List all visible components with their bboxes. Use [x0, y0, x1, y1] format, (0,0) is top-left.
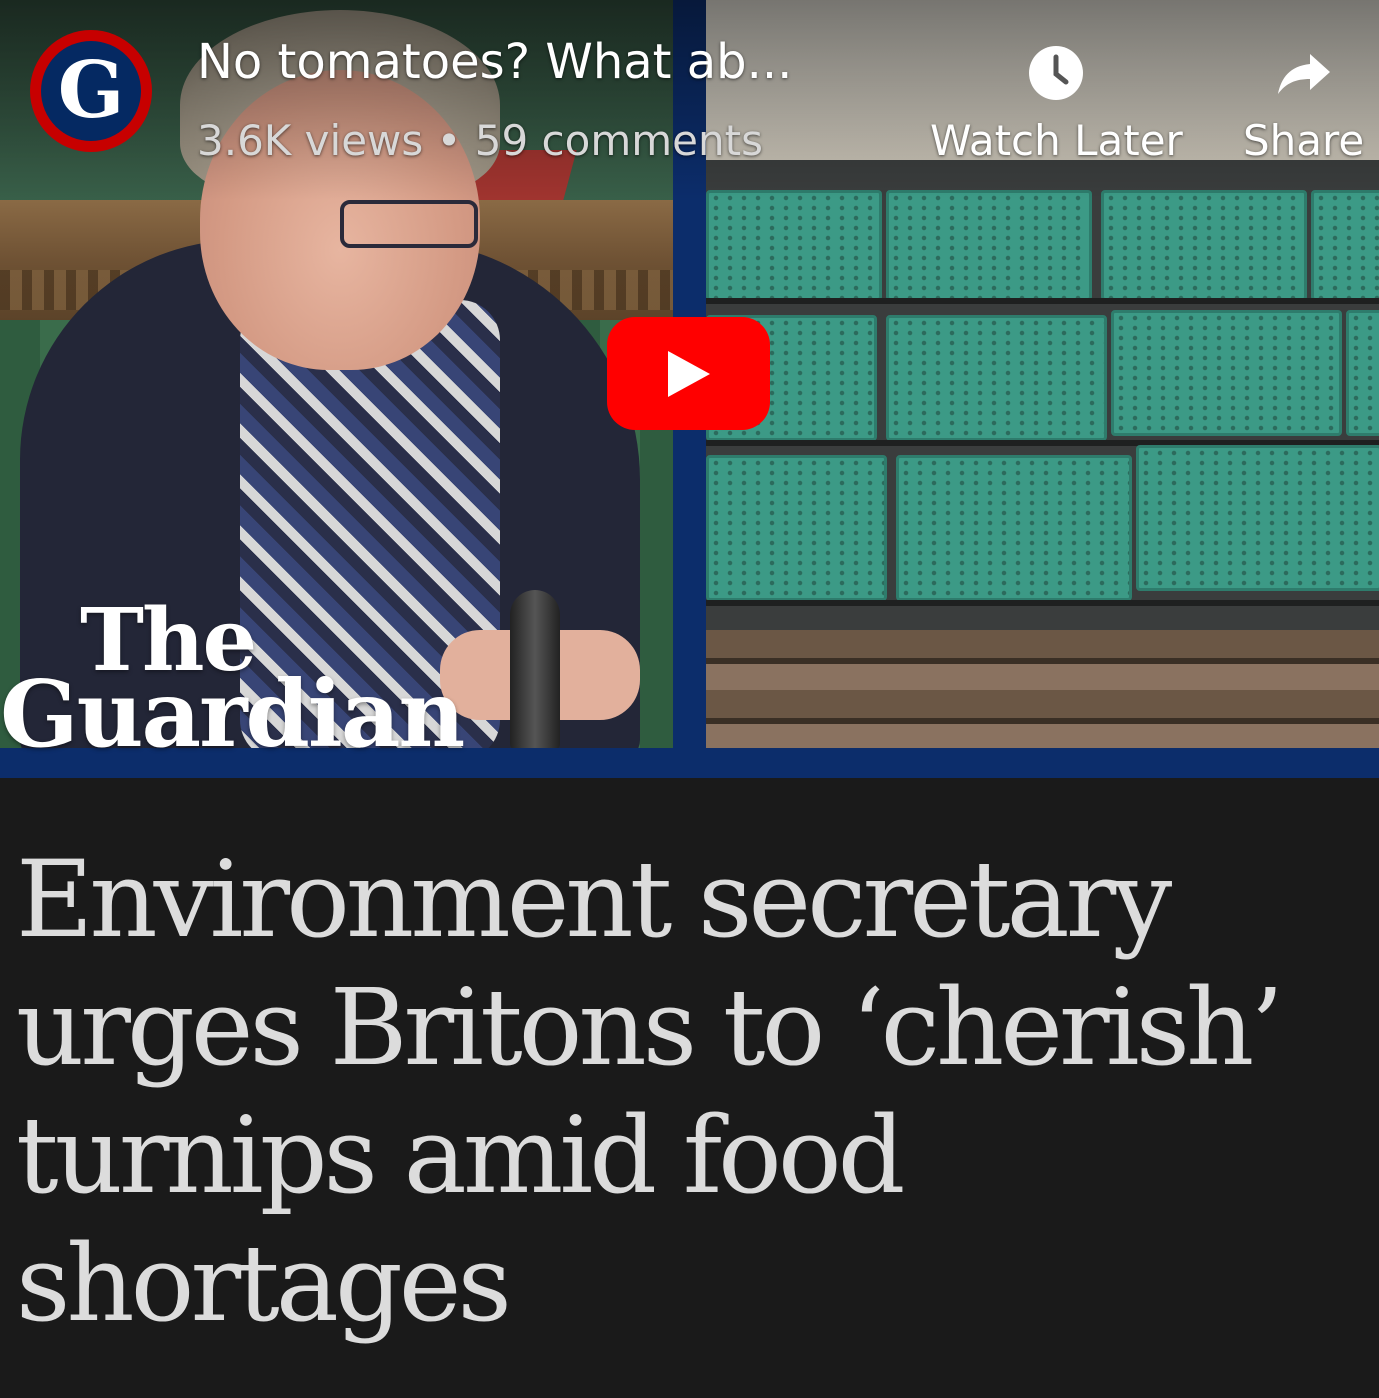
- clock-icon: [1029, 46, 1084, 100]
- share-arrow-icon: [1277, 54, 1330, 94]
- article-headline[interactable]: Environment secretary urges Britons to ‘…: [16, 836, 1356, 1348]
- video-player[interactable]: G No tomatoes? What ab... 3.6K views • 5…: [0, 0, 1379, 778]
- channel-logo[interactable]: G: [30, 30, 152, 152]
- share-label: Share: [1243, 116, 1365, 165]
- watermark-line-2: Guardian: [0, 659, 465, 768]
- watch-later-button[interactable]: Watch Later: [930, 40, 1183, 166]
- watch-later-label: Watch Later: [930, 116, 1183, 165]
- play-button[interactable]: [607, 317, 770, 430]
- video-title[interactable]: No tomatoes? What ab...: [197, 34, 792, 92]
- guardian-watermark: The Guardian: [0, 598, 465, 768]
- share-button[interactable]: Share: [1243, 40, 1364, 166]
- channel-logo-letter: G: [41, 41, 141, 141]
- video-meta: 3.6K views • 59 comments: [197, 116, 763, 165]
- play-icon: [667, 350, 710, 397]
